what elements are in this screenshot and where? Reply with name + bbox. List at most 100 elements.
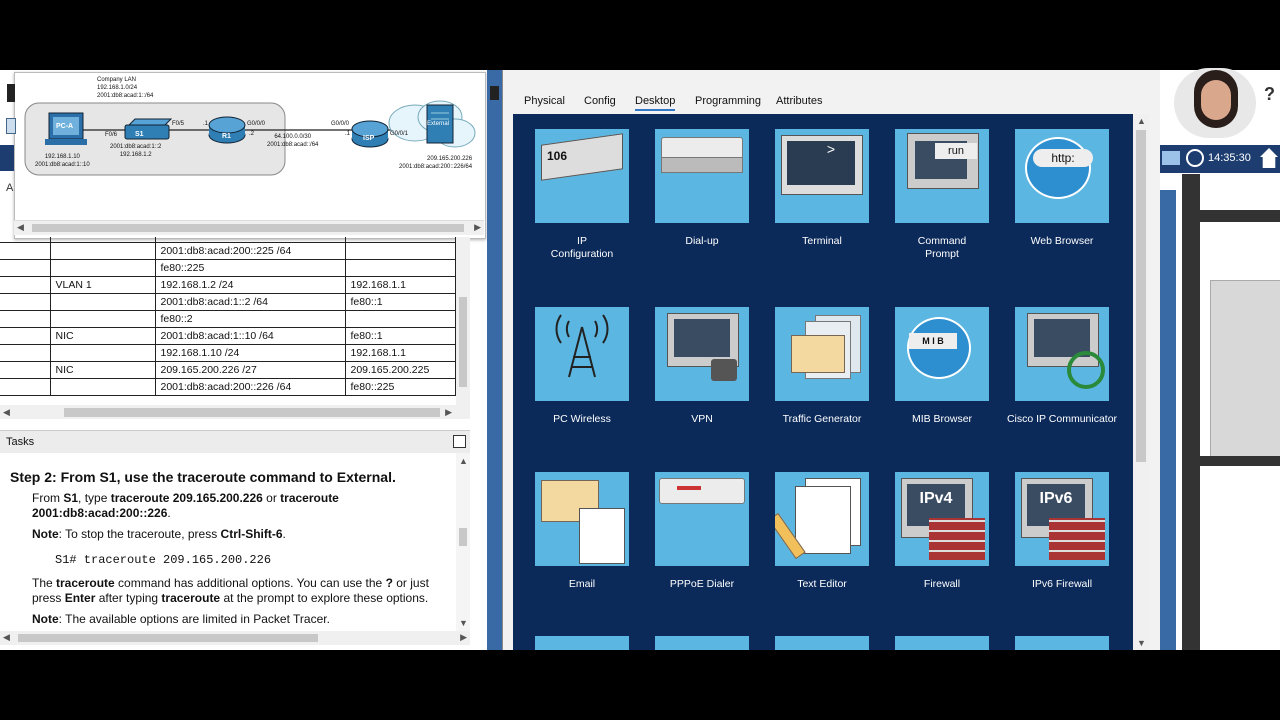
app-ipv6-firewall[interactable]: IPv6 IPv6 Firewall: [1002, 472, 1122, 591]
app-label: PC Wireless: [553, 413, 611, 425]
lan-ipv4: 192.168.1.0/24: [97, 85, 138, 91]
key-text: Ctrl-Shift-6: [220, 527, 283, 541]
pc-ipv4: 192.168.1.10: [44, 154, 80, 160]
app-partial[interactable]: [1015, 636, 1109, 650]
external-label: External: [427, 121, 450, 127]
table-cell: [0, 310, 51, 328]
app-label: Dial-up: [685, 235, 719, 247]
dial-up-icon: [655, 129, 749, 223]
table-cell: [0, 293, 51, 311]
app-traffic-generator[interactable]: Traffic Generator: [762, 307, 882, 426]
if-f05: F0/5: [172, 121, 185, 127]
if-isp-dot1: .1: [345, 131, 351, 137]
text: .: [167, 506, 171, 520]
app-email[interactable]: Email: [522, 472, 642, 591]
pc-tower-icon[interactable]: [1210, 280, 1280, 462]
left-edge-icon: [7, 84, 15, 102]
email-icon: [535, 472, 629, 566]
toolbar-icon[interactable]: [490, 86, 499, 100]
app-cisco-ip-communicator[interactable]: Cisco IP Communicator: [1002, 307, 1122, 426]
app-partial[interactable]: [775, 636, 869, 650]
text: after typing: [95, 591, 162, 605]
table-vscrollbar[interactable]: [456, 237, 470, 405]
app-partial[interactable]: [655, 636, 749, 650]
web-browser-icon: http:: [1015, 129, 1109, 223]
tab-attributes[interactable]: Attributes: [776, 95, 822, 107]
text-bold: ?: [385, 576, 393, 590]
desktop-vscrollbar[interactable]: ▲ ▼: [1133, 114, 1149, 650]
table-cell: [49, 378, 156, 396]
tab-physical[interactable]: Physical: [524, 95, 565, 107]
ip-configuration-icon: 106: [535, 129, 629, 223]
table-cell: [0, 242, 51, 260]
table-row: fe80::225: [0, 259, 456, 277]
app-command-prompt[interactable]: run Command Prompt: [882, 129, 1002, 261]
tasks-header: Tasks: [0, 430, 470, 454]
topology-hscrollbar[interactable]: ◀ ▶: [14, 220, 484, 235]
table-row: fe80::2: [0, 310, 456, 328]
tab-desktop[interactable]: Desktop: [635, 95, 676, 111]
run-text: run: [935, 143, 977, 159]
table-cell: 2001:db8:acad:200::225 /64: [154, 242, 346, 260]
left-edge-icon: [6, 118, 16, 134]
key-text: Enter: [64, 591, 96, 605]
image-icon[interactable]: [1162, 151, 1180, 165]
left-edge-letter: A: [6, 182, 14, 194]
clock-icon: [1186, 149, 1204, 167]
table-cell: fe80::2: [154, 310, 346, 328]
table-cell: [0, 378, 51, 396]
command-prompt-icon: run: [895, 129, 989, 223]
table-cell: [0, 361, 51, 379]
text: The: [32, 576, 57, 590]
app-text-editor[interactable]: Text Editor: [762, 472, 882, 591]
app-label: Web Browser: [1030, 235, 1094, 247]
app-partial[interactable]: [535, 636, 629, 650]
undock-icon[interactable]: [453, 435, 466, 448]
home-icon[interactable]: [1260, 148, 1278, 168]
table-cell: [49, 310, 156, 328]
app-web-browser[interactable]: http: Web Browser: [1002, 129, 1122, 248]
step-heading: Step 2: From S1, use the traceroute comm…: [10, 469, 396, 485]
mib-browser-icon: M I B: [895, 307, 989, 401]
command-text: traceroute: [56, 576, 115, 590]
text-editor-icon: [775, 472, 869, 566]
text: : The available options are limited in P…: [58, 612, 330, 626]
router-isp-icon: [351, 120, 389, 148]
ipv6-firewall-icon: IPv6: [1015, 472, 1109, 566]
rack-post: [1182, 174, 1200, 650]
table-hscrollbar[interactable]: ◀ ▶: [0, 405, 470, 419]
app-label: Traffic Generator: [782, 413, 862, 425]
app-pppoe-dialer[interactable]: PPPoE Dialer: [642, 472, 762, 591]
table-cell: 192.168.1.1: [344, 344, 456, 362]
tasks-content: Step 2: From S1, use the traceroute comm…: [0, 453, 456, 631]
tab-programming[interactable]: Programming: [695, 95, 761, 107]
lan-title: Company LAN: [97, 77, 137, 83]
ext-ipv4: 209.165.200.226: [427, 156, 473, 162]
s1-ipv4: 192.168.1.2: [119, 152, 152, 158]
tab-config[interactable]: Config: [584, 95, 616, 107]
options-paragraph: The traceroute command has additional op…: [32, 576, 452, 606]
app-mib-browser[interactable]: M I B MIB Browser: [882, 307, 1002, 426]
s1-label: S1: [135, 131, 144, 138]
app-label: VPN: [691, 413, 713, 425]
app-vpn[interactable]: VPN: [642, 307, 762, 426]
http-text: http:: [1033, 149, 1093, 167]
tasks-hscrollbar[interactable]: ◀ ▶: [0, 631, 470, 645]
table-cell: [49, 242, 156, 260]
app-firewall[interactable]: IPv4 Firewall: [882, 472, 1002, 591]
help-icon[interactable]: ?: [1264, 84, 1275, 105]
tasks-vscrollbar[interactable]: ▲ ▼: [456, 453, 470, 631]
table-row: 2001:db8:acad:200::225 /64: [0, 242, 456, 260]
command-text: traceroute: [161, 591, 221, 605]
if-r1-dot1: .1: [203, 121, 209, 127]
left-edge-icon: [0, 145, 14, 171]
terminal-prompt-text: >: [787, 141, 855, 185]
app-pc-wireless[interactable]: PC Wireless: [522, 307, 642, 426]
app-terminal[interactable]: > Terminal: [762, 129, 882, 248]
app-dial-up[interactable]: Dial-up: [642, 129, 762, 248]
table-cell: [49, 293, 156, 311]
table-cell: fe80::225: [344, 378, 456, 396]
app-ip-configuration[interactable]: 106 IP Configuration: [522, 129, 642, 261]
table-row: VLAN 1 192.168.1.2 /24 192.168.1.1: [0, 276, 456, 294]
app-partial[interactable]: [895, 636, 989, 650]
